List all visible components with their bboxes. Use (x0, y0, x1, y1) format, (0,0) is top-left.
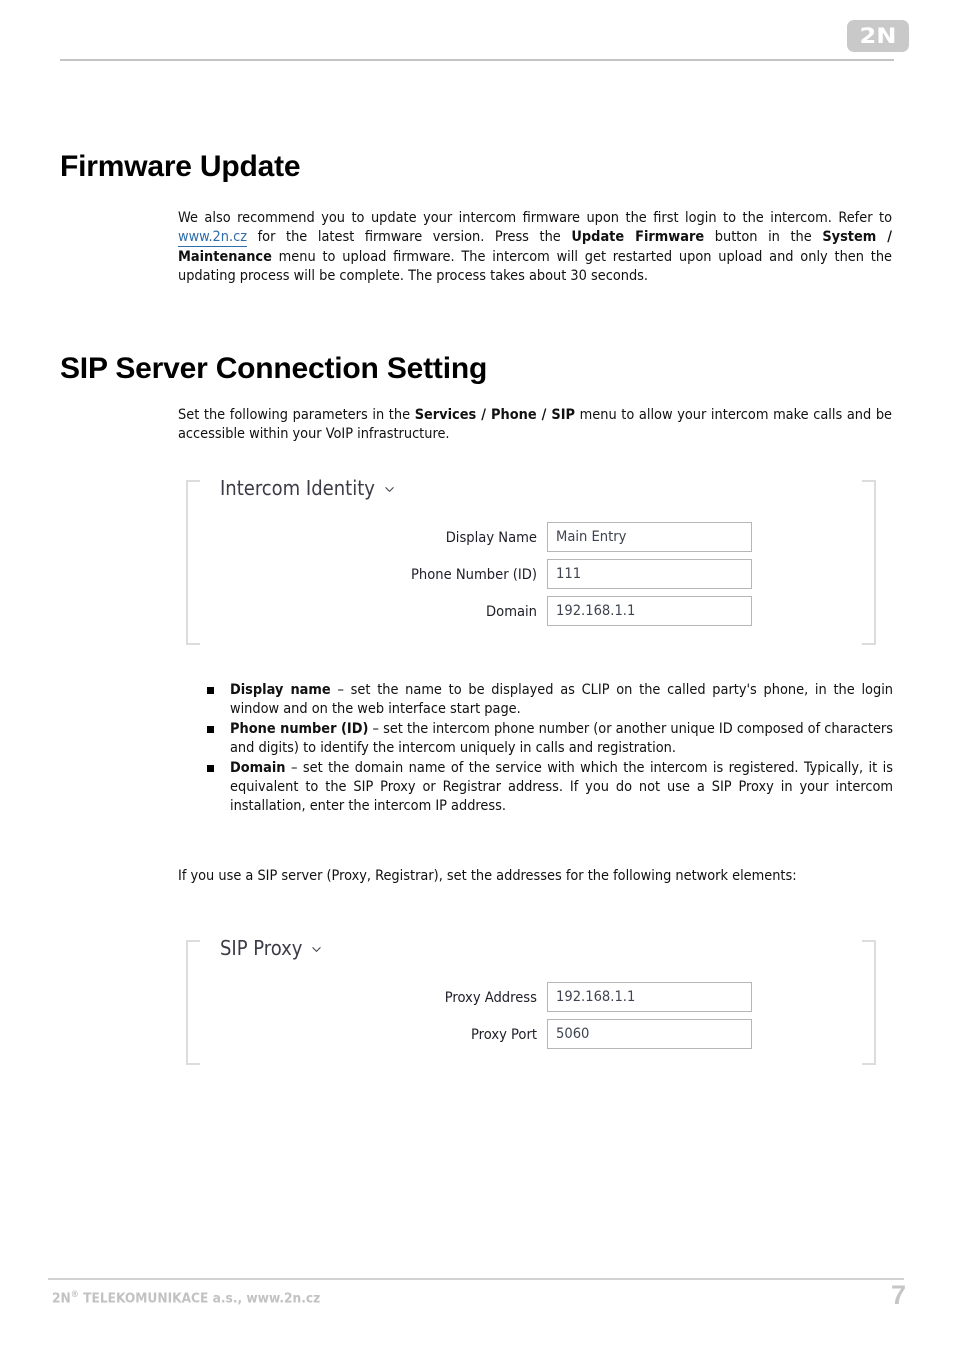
emphasis-text: Update Firmware (571, 229, 705, 246)
footer-company-line: 2N® TELEKOMUNIKACE a.s., www.2n.cz (52, 1290, 320, 1307)
external-link[interactable]: www.2n.cz (178, 229, 248, 248)
page-header: 2N (0, 0, 954, 70)
form-row: Proxy Address 192.168.1.1 (186, 982, 876, 1012)
form-rows-sip-proxy: Proxy Address 192.168.1.1 Proxy Port 5060 (186, 982, 876, 1056)
panel-title-intercom-identity[interactable]: Intercom Identity (220, 476, 395, 500)
registered-mark-icon: ® (70, 1290, 79, 1300)
panel-title-label: SIP Proxy (220, 936, 303, 960)
heading-sip-server-connection-setting: SIP Server Connection Setting (60, 352, 488, 385)
panel-title-sip-proxy[interactable]: SIP Proxy (220, 936, 322, 960)
emphasis-text: Phone number (ID) (230, 720, 369, 737)
body-text-run: for the latest firmware version. Press t… (247, 229, 572, 246)
body-text-run: We also recommend you to update your int… (178, 210, 892, 226)
form-field-input[interactable]: Main Entry (547, 522, 752, 552)
form-row: Domain 192.168.1.1 (186, 596, 876, 626)
form-field-label: Proxy Port (471, 1025, 537, 1043)
chevron-down-icon[interactable] (311, 944, 322, 955)
form-field-label: Display Name (445, 528, 537, 546)
page-number: 7 (890, 1280, 906, 1310)
form-field-label: Phone Number (ID) (411, 565, 537, 583)
list-item: Display name – set the name to be displa… (205, 681, 893, 720)
body-text-run: If you use a SIP server (Proxy, Registra… (178, 868, 797, 884)
chevron-down-icon[interactable] (384, 484, 395, 495)
form-field-input[interactable]: 192.168.1.1 (547, 982, 752, 1012)
body-text-run: – set the domain name of the service wit… (230, 759, 893, 815)
square-bullet-icon (207, 687, 214, 694)
2n-logo-text: 2N (859, 24, 897, 48)
footer-company-rest: TELEKOMUNIKACE a.s., www.2n.cz (78, 1290, 321, 1307)
form-row: Phone Number (ID) 111 (186, 559, 876, 589)
bullet-list-identity-fields: Display name – set the name to be displa… (205, 681, 893, 817)
form-field-label: Domain (486, 602, 537, 620)
form-field-label: Proxy Address (444, 988, 537, 1006)
paragraph-proxy-note: If you use a SIP server (Proxy, Registra… (178, 867, 892, 886)
header-divider (60, 59, 894, 61)
footer-company-prefix: 2N (52, 1290, 71, 1307)
square-bullet-icon (207, 764, 214, 772)
form-field-input[interactable]: 192.168.1.1 (547, 596, 752, 626)
form-field-input[interactable]: 111 (547, 559, 752, 589)
square-bullet-icon (207, 725, 214, 733)
2n-logo: 2N (847, 20, 909, 52)
footer-divider (48, 1278, 904, 1280)
page-footer: 2N® TELEKOMUNIKACE a.s., www.2n.cz 7 (0, 1278, 954, 1338)
body-text-run: menu to upload firmware. The intercom wi… (178, 248, 892, 285)
panel-sip-proxy: SIP Proxy Proxy Address 192.168.1.1 Proxy … (186, 936, 876, 1065)
list-item: Domain – set the domain name of the serv… (205, 759, 893, 817)
panel-title-label: Intercom Identity (220, 476, 375, 500)
form-rows-intercom-identity: Display Name Main Entry Phone Number (ID) 1… (186, 522, 876, 633)
heading-firmware-update: Firmware Update (60, 150, 301, 183)
emphasis-text: Domain (230, 759, 286, 776)
emphasis-text: Services / Phone / SIP (414, 407, 576, 423)
paragraph-firmware-update: We also recommend you to update your int… (178, 209, 892, 287)
form-row: Proxy Port 5060 (186, 1019, 876, 1049)
panel-intercom-identity: Intercom Identity Display Name Main Entry… (186, 476, 876, 645)
list-item: Phone number (ID) – set the intercom pho… (205, 720, 893, 759)
body-text-run: Set the following parameters in the (178, 407, 415, 423)
body-text-run: button in the (704, 229, 823, 246)
paragraph-sip-intro: Set the following parameters in the Serv… (178, 406, 892, 445)
form-row: Display Name Main Entry (186, 522, 876, 552)
emphasis-text: Display name (230, 682, 331, 698)
form-field-input[interactable]: 5060 (547, 1019, 752, 1049)
